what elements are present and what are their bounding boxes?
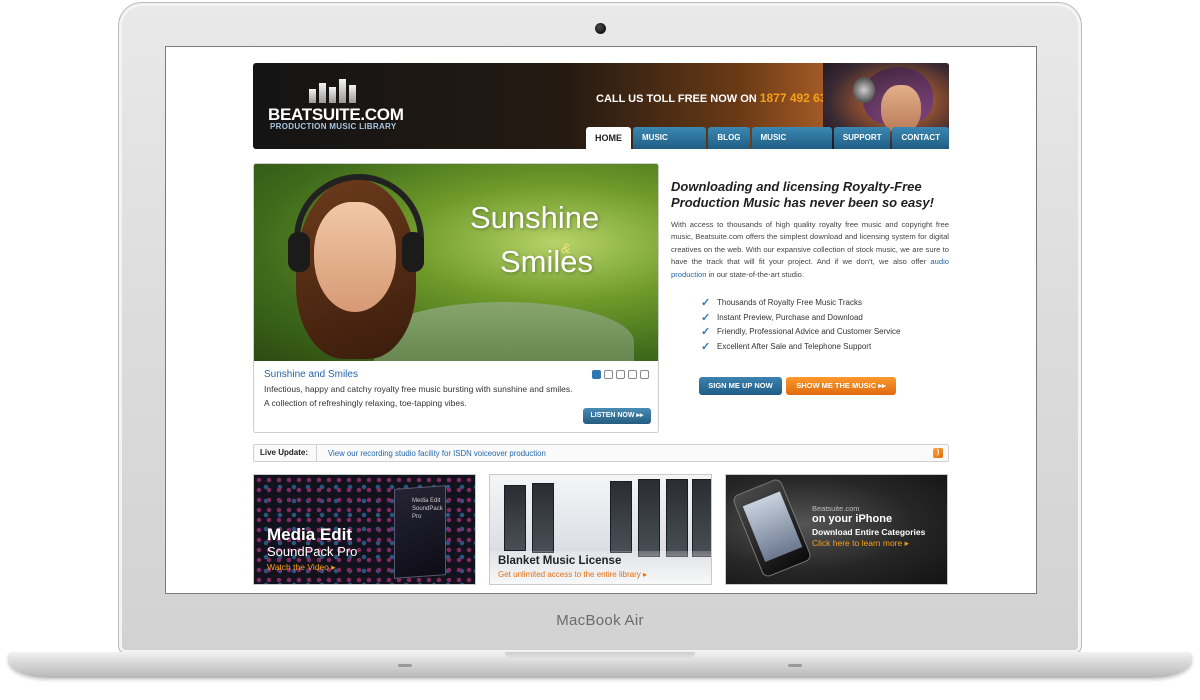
slider-dot[interactable]	[592, 370, 601, 379]
iphone-icon	[731, 477, 813, 579]
intro-body: With access to thousands of high quality…	[671, 220, 949, 279]
check-icon: ✓	[701, 311, 711, 324]
check-icon: ✓	[701, 340, 711, 353]
slider-dot[interactable]	[628, 370, 637, 379]
nav-home[interactable]: HOME	[586, 127, 631, 149]
main-nav: HOME MUSIC LIBRARY BLOG MUSIC RELEASES S…	[586, 127, 949, 164]
watch-video-link[interactable]: Watch the Video ▸	[267, 562, 336, 573]
live-update-label: Live Update:	[260, 448, 309, 457]
promo-title: Blanket Music License	[498, 555, 622, 567]
nav-music-releases[interactable]: MUSIC RELEASES	[751, 127, 832, 164]
promo-subtitle: SoundPack Pro	[267, 544, 358, 559]
hero-image-title: Sunshine	[470, 200, 600, 235]
live-update-bar: Live Update: View our recording studio f…	[253, 444, 949, 462]
promo-title: Media Edit	[267, 525, 353, 544]
live-update-link[interactable]: View our recording studio facility for I…	[328, 449, 546, 458]
promo-title: on your iPhone	[812, 513, 893, 525]
device-label: MacBook Air	[556, 612, 644, 629]
intro-headline: Downloading and licensing Royalty-Free P…	[671, 179, 934, 210]
site-header: BEATSUITE.COM PRODUCTION MUSIC LIBRARY C…	[253, 63, 949, 164]
slider-dot[interactable]	[616, 370, 625, 379]
show-music-button[interactable]: SHOW ME THE MUSIC ▸▸	[786, 377, 896, 395]
feature-item: ✓ Excellent After Sale and Telephone Supp…	[701, 340, 872, 353]
learn-more-link[interactable]: Click here to learn more ▸	[812, 538, 909, 549]
promo-box-text: Media Edit SoundPack Pro	[412, 498, 443, 520]
hero-slider: Sunshine & Smiles Sunshine and Smiles In…	[253, 163, 659, 433]
nav-blog[interactable]: BLOG	[708, 127, 750, 149]
laptop-screen: BEATSUITE.COM PRODUCTION MUSIC LIBRARY C…	[165, 46, 1037, 594]
hero-caption-link[interactable]: Sunshine and Smiles	[264, 369, 358, 380]
slider-dots	[592, 370, 649, 379]
logo-tagline: PRODUCTION MUSIC LIBRARY	[270, 122, 397, 131]
promo-iphone[interactable]: Beatsuite.com on your iPhone Download En…	[725, 474, 948, 585]
slider-dot[interactable]	[640, 370, 649, 379]
hero-image-title-2: Smiles	[500, 244, 594, 279]
rss-icon[interactable]: )	[933, 448, 943, 458]
laptop-foot	[398, 664, 412, 667]
features-list: ✓ Thousands of Royalty Free Music Tracks …	[701, 296, 901, 354]
call-text: CALL US TOLL FREE NOW ON	[596, 93, 757, 105]
nav-music-library[interactable]: MUSIC LIBRARY	[633, 127, 707, 164]
feature-item: ✓ Friendly, Professional Advice and Custo…	[701, 326, 901, 339]
nav-contact[interactable]: CONTACT	[892, 127, 949, 149]
intro: Downloading and licensing Royalty-Free P…	[671, 179, 949, 281]
promo-kicker: Beatsuite.com	[812, 504, 860, 513]
feature-item: ✓ Thousands of Royalty Free Music Tracks	[701, 297, 862, 309]
sign-up-button[interactable]: SIGN ME UP NOW	[699, 377, 782, 395]
slider-dot[interactable]	[604, 370, 613, 379]
hero-description: Infectious, happy and catchy royalty fre…	[264, 384, 573, 408]
unlimited-access-link[interactable]: Get unlimited access to the entire libra…	[498, 570, 647, 579]
laptop-hinge	[505, 652, 695, 660]
laptop-foot	[788, 664, 802, 667]
camera-icon	[595, 23, 606, 34]
logo-bars-icon[interactable]	[309, 79, 356, 103]
promo-media-edit[interactable]: Media Edit SoundPack Pro Media Edit Soun…	[253, 474, 476, 585]
phone-callout: CALL US TOLL FREE NOW ON 1877 492 6395	[596, 91, 840, 105]
promo-blanket-license[interactable]: Blanket Music License Get unlimited acce…	[489, 474, 712, 585]
feature-item: ✓ Instant Preview, Purchase and Download	[701, 311, 863, 324]
listen-now-button[interactable]: LISTEN NOW ▸▸	[583, 408, 651, 424]
promo-subtitle: Download Entire Categories	[812, 527, 926, 537]
hero-image[interactable]: Sunshine & Smiles	[254, 164, 658, 361]
nav-support[interactable]: SUPPORT	[833, 127, 891, 149]
check-icon: ✓	[701, 326, 711, 339]
check-icon: ✓	[701, 297, 711, 309]
website: BEATSUITE.COM PRODUCTION MUSIC LIBRARY C…	[253, 63, 949, 585]
